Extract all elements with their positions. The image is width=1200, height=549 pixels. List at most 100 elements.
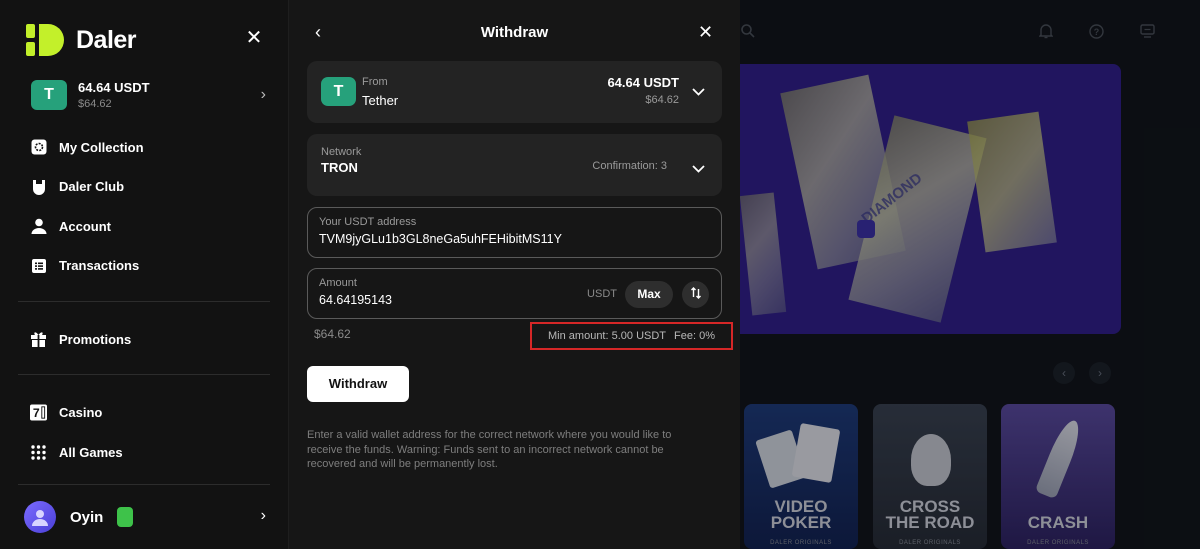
list-icon bbox=[30, 257, 47, 274]
logo[interactable]: Daler bbox=[26, 24, 137, 56]
amount-input[interactable]: 64.64195143 bbox=[319, 293, 392, 307]
nav-item-account[interactable]: Account bbox=[30, 216, 144, 236]
bell-icon[interactable] bbox=[1038, 24, 1054, 40]
game-title-line-2: CRASH bbox=[1027, 513, 1089, 532]
confirmation-count: Confirmation: 3 bbox=[592, 160, 667, 172]
game-card-cross-the-road[interactable]: CROSS THE ROAD DALER ORIGINALS bbox=[873, 404, 987, 549]
max-button[interactable]: Max bbox=[625, 281, 673, 308]
game-subtitle: DALER ORIGINALS bbox=[899, 540, 961, 546]
divider bbox=[18, 374, 270, 375]
tether-icon: T bbox=[31, 80, 67, 110]
svg-text:?: ? bbox=[1093, 27, 1099, 37]
currency-selector[interactable]: T From Tether 64.64 USDT $64.62 bbox=[307, 61, 722, 123]
card-image bbox=[791, 422, 841, 484]
page-title: Withdraw bbox=[480, 24, 549, 41]
amount-label: Amount bbox=[319, 277, 357, 289]
seven-icon: 7 bbox=[30, 403, 47, 421]
chevron-down-icon bbox=[692, 83, 705, 101]
nav-label: All Games bbox=[59, 444, 123, 460]
swap-arrows-icon bbox=[690, 286, 702, 304]
carousel-next-button[interactable]: › bbox=[1089, 362, 1111, 384]
balance-fiat: $64.62 bbox=[78, 98, 112, 110]
chicken-image bbox=[911, 434, 951, 486]
nav-games: 7 Casino All Games bbox=[30, 402, 123, 462]
amount-unit: USDT bbox=[587, 288, 617, 300]
avatar bbox=[24, 501, 56, 533]
address-field[interactable]: Your USDT address TVM9jyGLu1b3GL8neGa5uh… bbox=[307, 207, 722, 258]
close-icon[interactable]: ✕ bbox=[698, 22, 713, 43]
game-card-video-poker[interactable]: VIDEO POKER DALER ORIGINALS bbox=[744, 404, 858, 549]
collection-icon bbox=[30, 139, 47, 156]
level-badge-icon bbox=[117, 507, 134, 527]
gift-icon bbox=[30, 331, 47, 348]
fee: Fee: 0% bbox=[674, 330, 715, 342]
network-value: TRON bbox=[321, 160, 358, 175]
nav-item-casino[interactable]: 7 Casino bbox=[30, 402, 123, 422]
chevron-right-icon: › bbox=[260, 86, 266, 103]
nav-primary: My Collection Daler Club Account Transac… bbox=[30, 137, 144, 276]
svg-text:7: 7 bbox=[33, 406, 40, 420]
user-icon bbox=[30, 218, 47, 235]
usd-equivalent: $64.62 bbox=[314, 327, 351, 341]
nav-label: Promotions bbox=[59, 331, 132, 347]
daler-logo-icon bbox=[26, 24, 66, 56]
balance-amount: 64.64 USDT bbox=[78, 80, 150, 95]
divider bbox=[18, 301, 270, 302]
currency-name: Tether bbox=[362, 93, 399, 108]
grid-icon bbox=[30, 444, 47, 461]
nav-item-all-games[interactable]: All Games bbox=[30, 442, 123, 462]
help-icon[interactable]: ? bbox=[1088, 24, 1104, 40]
nav-label: Account bbox=[59, 218, 111, 234]
search-icon[interactable] bbox=[740, 24, 756, 40]
promo-banner[interactable]: DIAMOND bbox=[740, 64, 1121, 334]
withdraw-button[interactable]: Withdraw bbox=[307, 366, 409, 402]
nav-item-daler-club[interactable]: Daler Club bbox=[30, 177, 144, 197]
chat-icon[interactable] bbox=[1139, 24, 1155, 40]
min-amount-fee-box: Min amount: 5.00 USDT Fee: 0% bbox=[530, 322, 733, 350]
panel-header: ‹ Withdraw ✕ bbox=[289, 0, 740, 64]
tether-icon: T bbox=[321, 77, 356, 106]
from-fiat: $64.62 bbox=[645, 94, 679, 106]
game-subtitle: DALER ORIGINALS bbox=[770, 540, 832, 546]
chevron-down-icon bbox=[692, 160, 705, 178]
address-input[interactable]: TVM9jyGLu1b3GL8neGa5uhFEHibitMS11Y bbox=[319, 232, 562, 246]
address-label: Your USDT address bbox=[319, 216, 417, 228]
nav-label: Daler Club bbox=[59, 179, 125, 194]
game-title-line-2: THE ROAD bbox=[885, 513, 975, 532]
from-label: From bbox=[362, 76, 388, 88]
divider bbox=[18, 484, 270, 485]
chevron-right-icon: › bbox=[260, 507, 266, 524]
nav-item-promotions[interactable]: Promotions bbox=[30, 329, 131, 349]
game-subtitle: DALER ORIGINALS bbox=[1027, 540, 1089, 546]
username: Oyin bbox=[70, 508, 104, 526]
daler-logo-icon bbox=[857, 220, 875, 238]
close-sidebar-icon[interactable]: ✕ bbox=[244, 28, 264, 48]
nav-label: My Collection bbox=[59, 139, 144, 155]
amount-field[interactable]: Amount 64.64195143 USDT Max bbox=[307, 268, 722, 319]
club-icon bbox=[30, 178, 47, 195]
from-amount: 64.64 USDT bbox=[607, 75, 679, 90]
nav-label: Casino bbox=[59, 404, 103, 420]
rocket-image bbox=[1034, 416, 1086, 500]
diamond-pack-image bbox=[740, 192, 787, 316]
nav-promo: Promotions bbox=[30, 329, 131, 349]
background-content: ? DIAMOND ‹ › VIDEO POKER DALER ORIGINAL… bbox=[740, 0, 1200, 549]
user-profile[interactable]: Oyin › bbox=[24, 501, 266, 533]
min-amount: Min amount: 5.00 USDT bbox=[548, 330, 667, 342]
swap-currency-button[interactable] bbox=[682, 281, 709, 308]
network-selector[interactable]: Network TRON Confirmation: 3 bbox=[307, 134, 722, 196]
brand-name: Daler bbox=[76, 25, 137, 54]
balance-widget[interactable]: T 64.64 USDT $64.62 › bbox=[31, 80, 266, 110]
sidebar: Daler ✕ T 64.64 USDT $64.62 › My Collect… bbox=[0, 0, 289, 549]
network-label: Network bbox=[321, 146, 362, 158]
nav-item-my-collection[interactable]: My Collection bbox=[30, 137, 144, 157]
game-title-line-2: POKER bbox=[770, 513, 832, 532]
carousel-prev-button[interactable]: ‹ bbox=[1053, 362, 1075, 384]
game-card-crash[interactable]: CRASH DALER ORIGINALS bbox=[1001, 404, 1115, 549]
nav-label: Transactions bbox=[59, 258, 140, 273]
app: Daler ✕ T 64.64 USDT $64.62 › My Collect… bbox=[0, 0, 1200, 549]
nav-item-transactions[interactable]: Transactions bbox=[30, 256, 144, 276]
withdraw-panel: ‹ Withdraw ✕ T From Tether 64.64 USDT $6… bbox=[289, 0, 740, 549]
diamond-pack-image bbox=[967, 111, 1057, 253]
warning-text: Enter a valid wallet address for the cor… bbox=[307, 429, 672, 470]
